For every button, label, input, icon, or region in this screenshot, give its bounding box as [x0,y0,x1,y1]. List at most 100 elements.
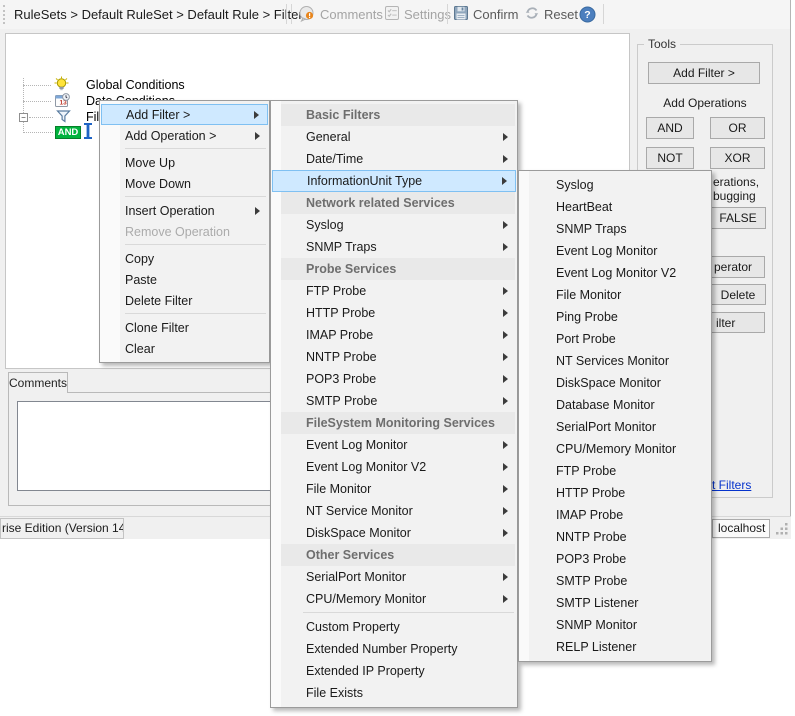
false-button[interactable]: FALSE [710,207,766,229]
menu-item-syslog[interactable]: Syslog [271,214,517,236]
menu-item-smtp-probe[interactable]: SMTP Probe [271,390,517,412]
menu-item-label: IMAP Probe [556,508,623,522]
menu-item-label: Move Down [125,177,191,191]
menu-item-delete-filter[interactable]: Delete Filter [100,290,269,311]
menu-item-event-log-monitor-v2[interactable]: Event Log Monitor V2 [519,262,711,284]
menu-item-heartbeat[interactable]: HeartBeat [519,196,711,218]
menu-item-event-log-monitor[interactable]: Event Log Monitor [271,434,517,456]
menu-item-label: Remove Operation [125,225,230,239]
menu-item-clear[interactable]: Clear [100,338,269,359]
menu-item-pop3-probe[interactable]: POP3 Probe [519,548,711,570]
menu-item-label: Event Log Monitor V2 [556,266,676,280]
and-button[interactable]: AND [646,117,694,139]
menu-item-label: Ping Probe [556,310,618,324]
resize-grip[interactable] [774,521,789,541]
menu-item-remove-operation[interactable]: Remove Operation [100,221,269,242]
menu-item-nntp-probe[interactable]: NNTP Probe [271,346,517,368]
menu-item-snmp-traps[interactable]: SNMP Traps [271,236,517,258]
menu-item-label: Database Monitor [556,398,655,412]
menu-item-serialport-monitor[interactable]: SerialPort Monitor [519,416,711,438]
menu-group-header-probe-services: Probe Services [281,258,515,280]
menu-item-smtp-probe[interactable]: SMTP Probe [519,570,711,592]
comments-tab[interactable]: Comments [8,372,68,393]
and-operator-node[interactable]: AND [55,126,81,139]
xor-button[interactable]: XOR [710,147,765,169]
about-filters-link[interactable]: t Filters [712,478,751,492]
menu-item-pop3-probe[interactable]: POP3 Probe [271,368,517,390]
tree-expander-minus[interactable]: − [19,113,28,122]
menu-item-label: SNMP Monitor [556,618,637,632]
menu-item-insert-operation[interactable]: Insert Operation [100,200,269,221]
menu-item-diskspace-monitor[interactable]: DiskSpace Monitor [271,522,517,544]
menu-item-syslog[interactable]: Syslog [519,174,711,196]
or-button[interactable]: OR [710,117,765,139]
reset-icon [524,5,540,21]
menu-item-label: General [306,130,350,144]
menu-item-diskspace-monitor[interactable]: DiskSpace Monitor [519,372,711,394]
menu-item-ftp-probe[interactable]: FTP Probe [519,460,711,482]
menu-item-nt-services-monitor[interactable]: NT Services Monitor [519,350,711,372]
menu-item-imap-probe[interactable]: IMAP Probe [519,504,711,526]
comments-toolbar-button[interactable]: Comments [320,7,383,22]
menu-item-label: File Monitor [556,288,621,302]
menu-item-custom-property[interactable]: Custom Property [271,616,517,638]
menu-item-http-probe[interactable]: HTTP Probe [519,482,711,504]
tree-item-global-conditions[interactable]: Global Conditions [86,78,185,92]
menu-item-database-monitor[interactable]: Database Monitor [519,394,711,416]
menu-item-cpu-memory-monitor[interactable]: CPU/Memory Monitor [271,588,517,610]
submenu-arrow-icon [503,287,508,295]
toolbar-grip [3,5,6,24]
submenu-arrow-icon [503,397,508,405]
menu-item-http-probe[interactable]: HTTP Probe [271,302,517,324]
submenu-arrow-icon [503,331,508,339]
menu-item-label: SNMP Traps [306,240,377,254]
menu-item-label: POP3 Probe [556,552,626,566]
menu-item-clone-filter[interactable]: Clone Filter [100,317,269,338]
menu-item-snmp-monitor[interactable]: SNMP Monitor [519,614,711,636]
menu-item-label: Clone Filter [125,321,189,335]
menu-item-ping-probe[interactable]: Ping Probe [519,306,711,328]
tree-connector [29,117,53,118]
menu-item-add-operation[interactable]: Add Operation > [100,125,269,146]
menu-item-file-monitor[interactable]: File Monitor [519,284,711,306]
menu-item-port-probe[interactable]: Port Probe [519,328,711,350]
help-icon[interactable]: ? [579,6,596,23]
menu-item-label: CPU/Memory Monitor [306,592,426,606]
menu-item-copy[interactable]: Copy [100,248,269,269]
menu-item-cpu-memory-monitor[interactable]: CPU/Memory Monitor [519,438,711,460]
menu-item-extended-number-property[interactable]: Extended Number Property [271,638,517,660]
menu-item-add-filter[interactable]: Add Filter > [101,104,268,125]
menu-item-nntp-probe[interactable]: NNTP Probe [519,526,711,548]
menu-item-event-log-monitor-v2[interactable]: Event Log Monitor V2 [271,456,517,478]
settings-toolbar-button[interactable]: Settings [404,7,451,22]
menu-item-serialport-monitor[interactable]: SerialPort Monitor [271,566,517,588]
menu-item-label: CPU/Memory Monitor [556,442,676,456]
menu-item-snmp-traps[interactable]: SNMP Traps [519,218,711,240]
menu-item-file-monitor[interactable]: File Monitor [271,478,517,500]
delete-button[interactable]: Delete [710,284,766,305]
add-filter-button[interactable]: Add Filter > [648,62,760,84]
menu-item-date-time[interactable]: Date/Time [271,148,517,170]
menu-item-move-up[interactable]: Move Up [100,152,269,173]
menu-item-move-down[interactable]: Move Down [100,173,269,194]
menu-item-event-log-monitor[interactable]: Event Log Monitor [519,240,711,262]
submenu-arrow-icon [503,463,508,471]
menu-item-file-exists[interactable]: File Exists [271,682,517,704]
menu-item-label: HTTP Probe [306,306,375,320]
menu-item-smtp-listener[interactable]: SMTP Listener [519,592,711,614]
menu-item-extended-ip-property[interactable]: Extended IP Property [271,660,517,682]
reset-toolbar-button[interactable]: Reset [544,7,578,22]
menu-item-label: SMTP Listener [556,596,638,610]
menu-item-imap-probe[interactable]: IMAP Probe [271,324,517,346]
menu-item-ftp-probe[interactable]: FTP Probe [271,280,517,302]
menu-item-general[interactable]: General [271,126,517,148]
menu-item-label: FTP Probe [306,284,366,298]
menu-item-informationunit-type[interactable]: InformationUnit Type [272,170,516,192]
menu-item-nt-service-monitor[interactable]: NT Service Monitor [271,500,517,522]
menu-item-label: Syslog [556,178,594,192]
confirm-toolbar-button[interactable]: Confirm [473,7,519,22]
tools-groupbox-title: Tools [644,37,680,51]
menu-item-relp-listener[interactable]: RELP Listener [519,636,711,658]
not-button[interactable]: NOT [646,147,694,169]
menu-item-paste[interactable]: Paste [100,269,269,290]
